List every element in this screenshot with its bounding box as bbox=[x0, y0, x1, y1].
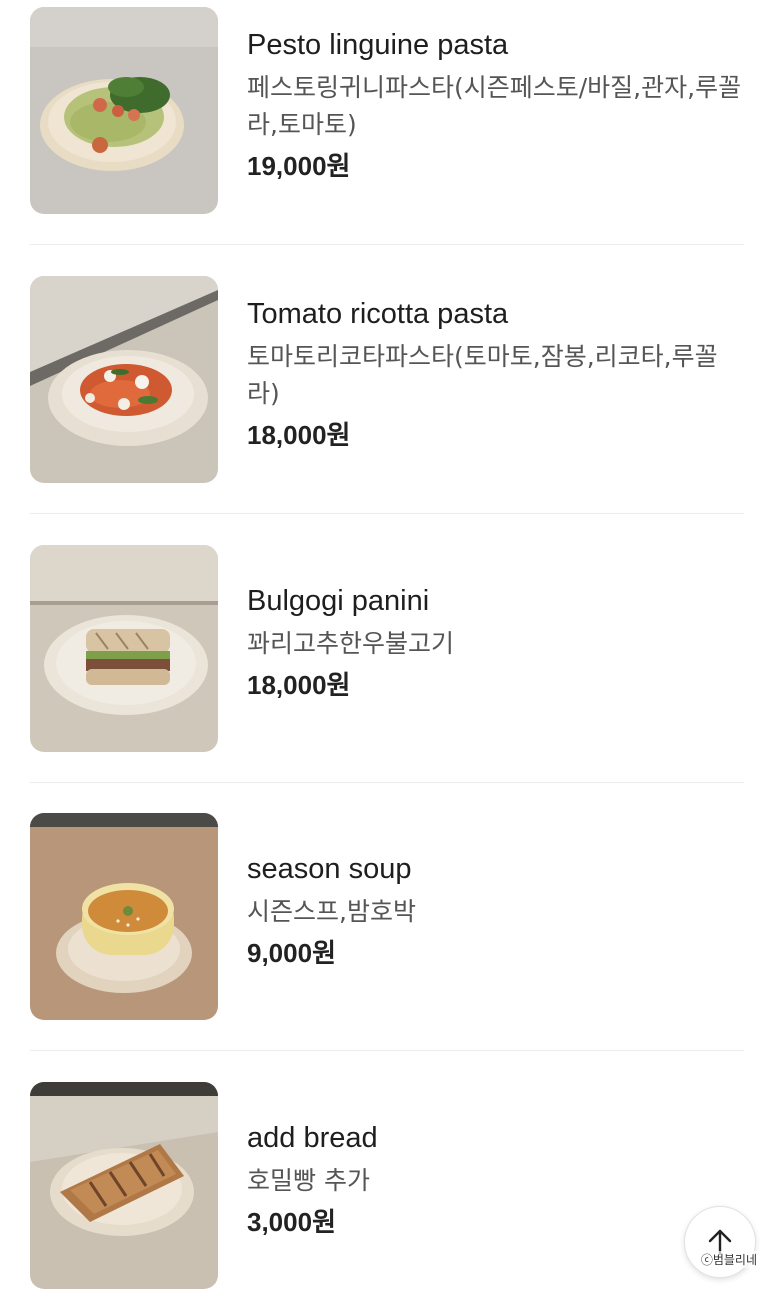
menu-item-info: Bulgogi panini 꽈리고추한우불고기 18,000원 bbox=[247, 583, 747, 703]
menu-item-description: 시즌스프,밤호박 bbox=[247, 897, 416, 926]
menu-item-name: Tomato ricotta pasta bbox=[247, 298, 509, 330]
menu-item-price: 19,000원 bbox=[247, 149, 747, 184]
menu-item-price: 18,000원 bbox=[247, 418, 747, 453]
menu-item-info: add bread 호밀빵 추가 3,000원 bbox=[247, 1120, 747, 1240]
menu-item-price: 9,000원 bbox=[247, 936, 747, 971]
menu-item[interactable]: Tomato ricotta pasta 토마토리코타파스타(토마토,잠봉,리코… bbox=[30, 276, 744, 483]
menu-item[interactable]: add bread 호밀빵 추가 3,000원 bbox=[30, 1082, 744, 1289]
season-soup-photo bbox=[30, 813, 218, 1020]
price-value: 9,000 bbox=[247, 938, 313, 968]
price-currency: 원 bbox=[312, 939, 336, 969]
price-currency: 원 bbox=[312, 1208, 336, 1238]
menu-item-description: 페스토링귀니파스타(시즌페스토/바질,관자,루꼴라,토마토) bbox=[247, 73, 742, 139]
price-value: 19,000 bbox=[247, 151, 327, 181]
menu-item-info: season soup 시즌스프,밤호박 9,000원 bbox=[247, 851, 747, 971]
price-currency: 원 bbox=[326, 421, 351, 451]
menu-item-description: 꽈리고추한우불고기 bbox=[247, 629, 455, 658]
price-value: 3,000 bbox=[247, 1207, 313, 1237]
menu-item[interactable]: season soup 시즌스프,밤호박 9,000원 bbox=[30, 813, 744, 1020]
price-value: 18,000 bbox=[247, 670, 327, 700]
menu-item-description: 호밀빵 추가 bbox=[247, 1166, 370, 1195]
pesto-pasta-photo bbox=[30, 7, 218, 214]
menu-item-name: Bulgogi panini bbox=[247, 585, 430, 617]
menu-item-description: 토마토리코타파스타(토마토,잠봉,리코타,루꼴라) bbox=[247, 342, 718, 408]
menu-item-name: Pesto linguine pasta bbox=[247, 29, 509, 61]
menu-item-name: season soup bbox=[247, 853, 412, 885]
menu-item[interactable]: Bulgogi panini 꽈리고추한우불고기 18,000원 bbox=[30, 545, 744, 752]
menu-item-price: 3,000원 bbox=[247, 1205, 747, 1240]
menu-item-info: Tomato ricotta pasta 토마토리코타파스타(토마토,잠봉,리코… bbox=[247, 296, 747, 453]
menu-item-info: Pesto linguine pasta 페스토링귀니파스타(시즌페스토/바질,… bbox=[247, 27, 747, 184]
price-currency: 원 bbox=[326, 152, 351, 182]
watermark: ⓒ범블리네 bbox=[698, 1251, 759, 1268]
menu-item-name: add bread bbox=[247, 1122, 378, 1154]
menu-item[interactable]: Pesto linguine pasta 페스토링귀니파스타(시즌페스토/바질,… bbox=[30, 7, 744, 214]
divider bbox=[30, 513, 744, 514]
add-bread-photo bbox=[30, 1082, 218, 1289]
tomato-pasta-photo bbox=[30, 276, 218, 483]
divider bbox=[30, 1050, 744, 1051]
divider bbox=[30, 244, 744, 245]
menu-item-price: 18,000원 bbox=[247, 668, 747, 703]
price-currency: 원 bbox=[326, 671, 351, 701]
price-value: 18,000 bbox=[247, 420, 327, 450]
bulgogi-panini-photo bbox=[30, 545, 218, 752]
divider bbox=[30, 782, 744, 783]
